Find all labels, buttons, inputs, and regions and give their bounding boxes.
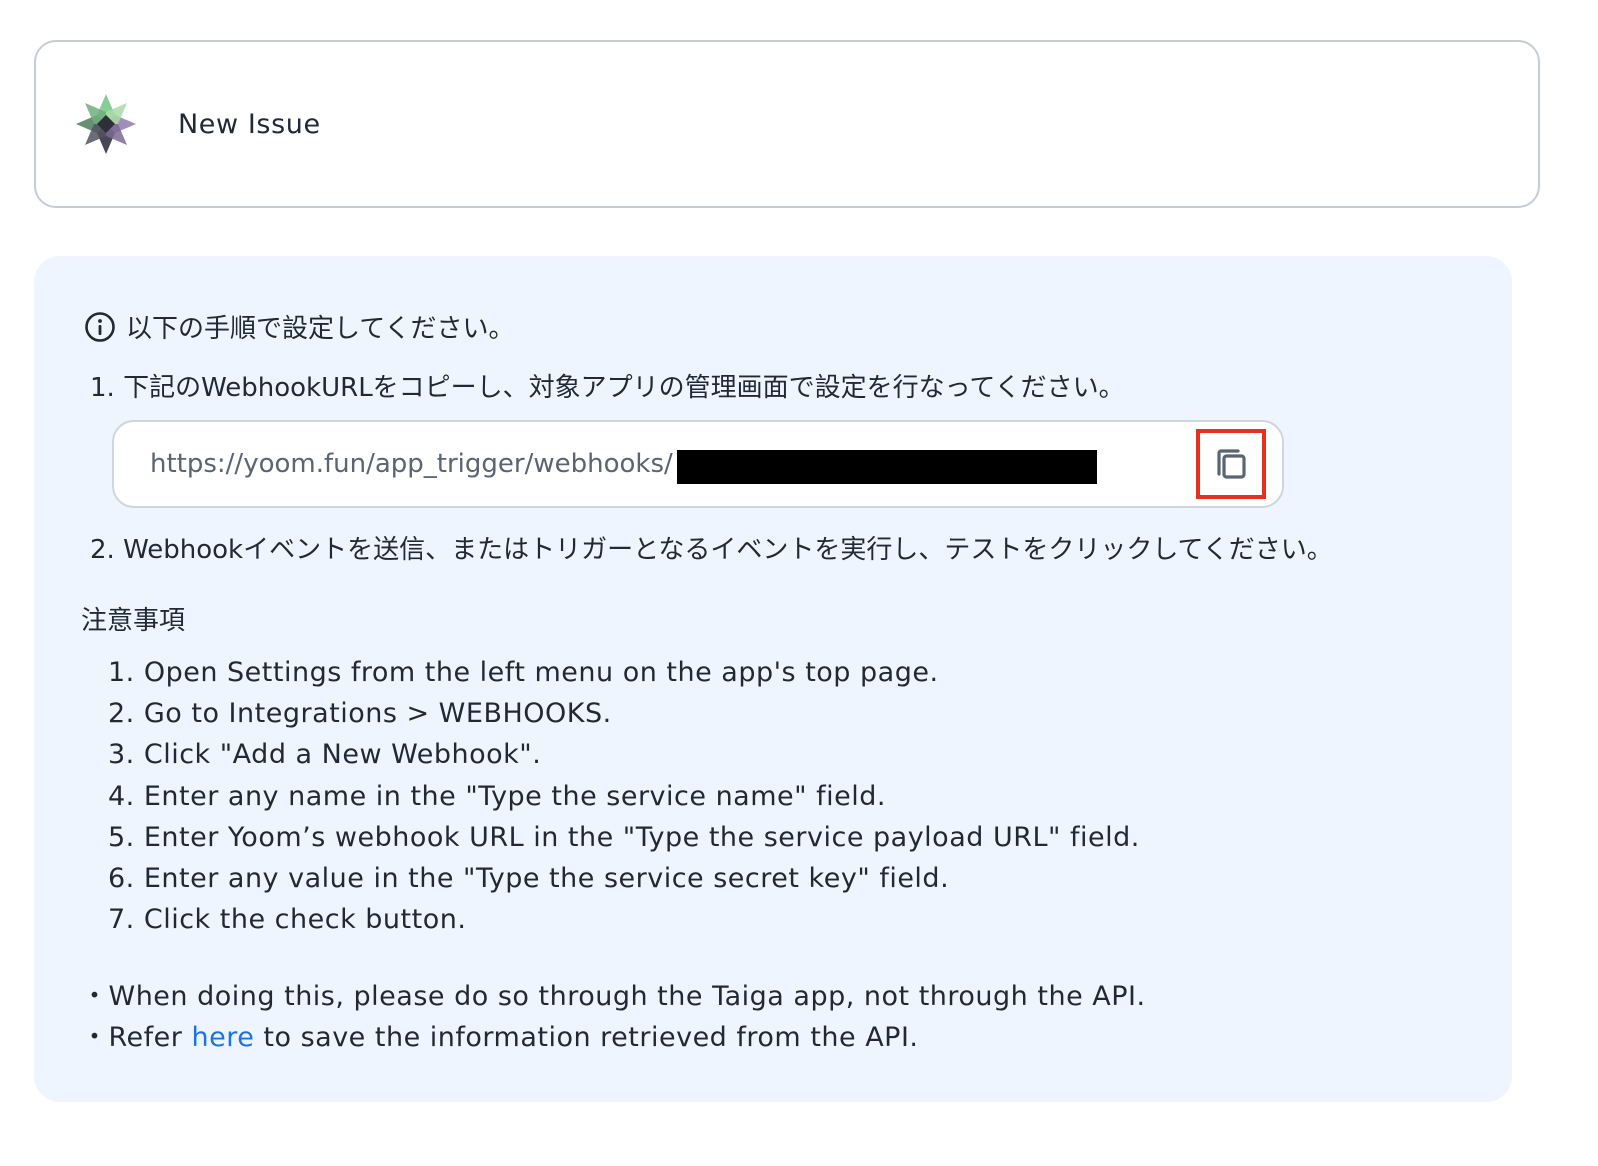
taiga-logo-icon (76, 94, 136, 154)
notes-step-item: 6. Enter any value in the "Type the serv… (108, 863, 950, 895)
instruction-step-1: 1. 下記のWebhookURLをコピーし、対象アプリの管理画面で設定を行なって… (90, 373, 1125, 403)
instruction-heading-text: 以下の手順で設定してください。 (126, 314, 515, 344)
copy-url-button[interactable] (1196, 429, 1266, 499)
remark-refer-prefix: ・Refer (81, 1022, 192, 1053)
instruction-step-2: 2. Webhookイベントを送信、またはトリガーとなるイベントを実行し、テスト… (90, 535, 1333, 565)
instruction-panel: 以下の手順で設定してください。 1. 下記のWebhookURLをコピーし、対象… (34, 256, 1512, 1102)
instruction-heading: 以下の手順で設定してください。 (84, 308, 514, 345)
notes-step-item: 4. Enter any name in the "Type the servi… (108, 780, 886, 812)
remark-refer-link: ・Refer here to save the information retr… (81, 1015, 919, 1054)
notes-step-item: 1. Open Settings from the left menu on t… (108, 657, 939, 688)
remark-app-not-api: ・When doing this, please do so through t… (81, 981, 1146, 1012)
webhook-url-text[interactable]: https://yoom.fun/app_trigger/webhooks/ (150, 449, 673, 479)
copy-icon (1217, 449, 1246, 479)
notes-step-item: 5. Enter Yoom’s webhook URL in the "Type… (108, 821, 1140, 853)
notes-step-item: 2. Go to Integrations > WEBHOOKS. (108, 698, 612, 730)
notes-steps-list: 1. Open Settings from the left menu on t… (108, 652, 1140, 940)
notes-step-item: 7. Click the check button. (108, 904, 467, 936)
notes-step-item: 3. Click "Add a New Webhook". (108, 739, 542, 771)
info-circle-icon (85, 311, 115, 342)
webhook-url-field[interactable]: https://yoom.fun/app_trigger/webhooks/ (112, 420, 1284, 508)
remark-refer-suffix: to save the information retrieved from t… (254, 1022, 919, 1053)
trigger-card[interactable]: New Issue (34, 40, 1540, 208)
here-link[interactable]: here (191, 1022, 254, 1053)
redacted-token (677, 450, 1097, 484)
trigger-title: New Issue (178, 108, 321, 140)
notes-heading: 注意事項 (81, 606, 186, 636)
